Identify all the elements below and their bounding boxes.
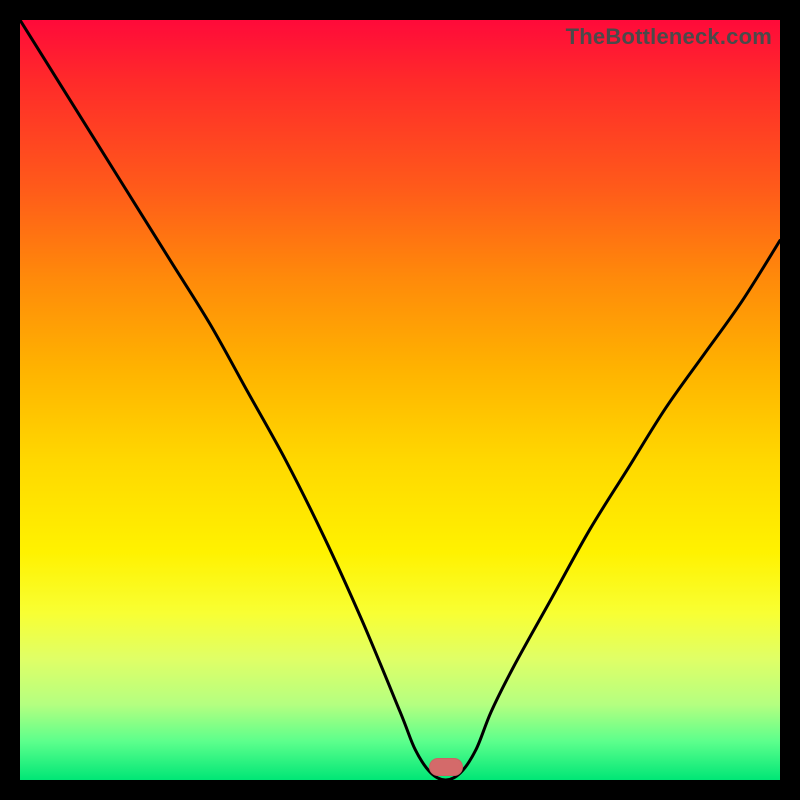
valley-marker [429, 758, 463, 776]
curve-path [20, 20, 780, 780]
plot-area: TheBottleneck.com [20, 20, 780, 780]
chart-frame: TheBottleneck.com [0, 0, 800, 800]
bottleneck-curve [20, 20, 780, 780]
